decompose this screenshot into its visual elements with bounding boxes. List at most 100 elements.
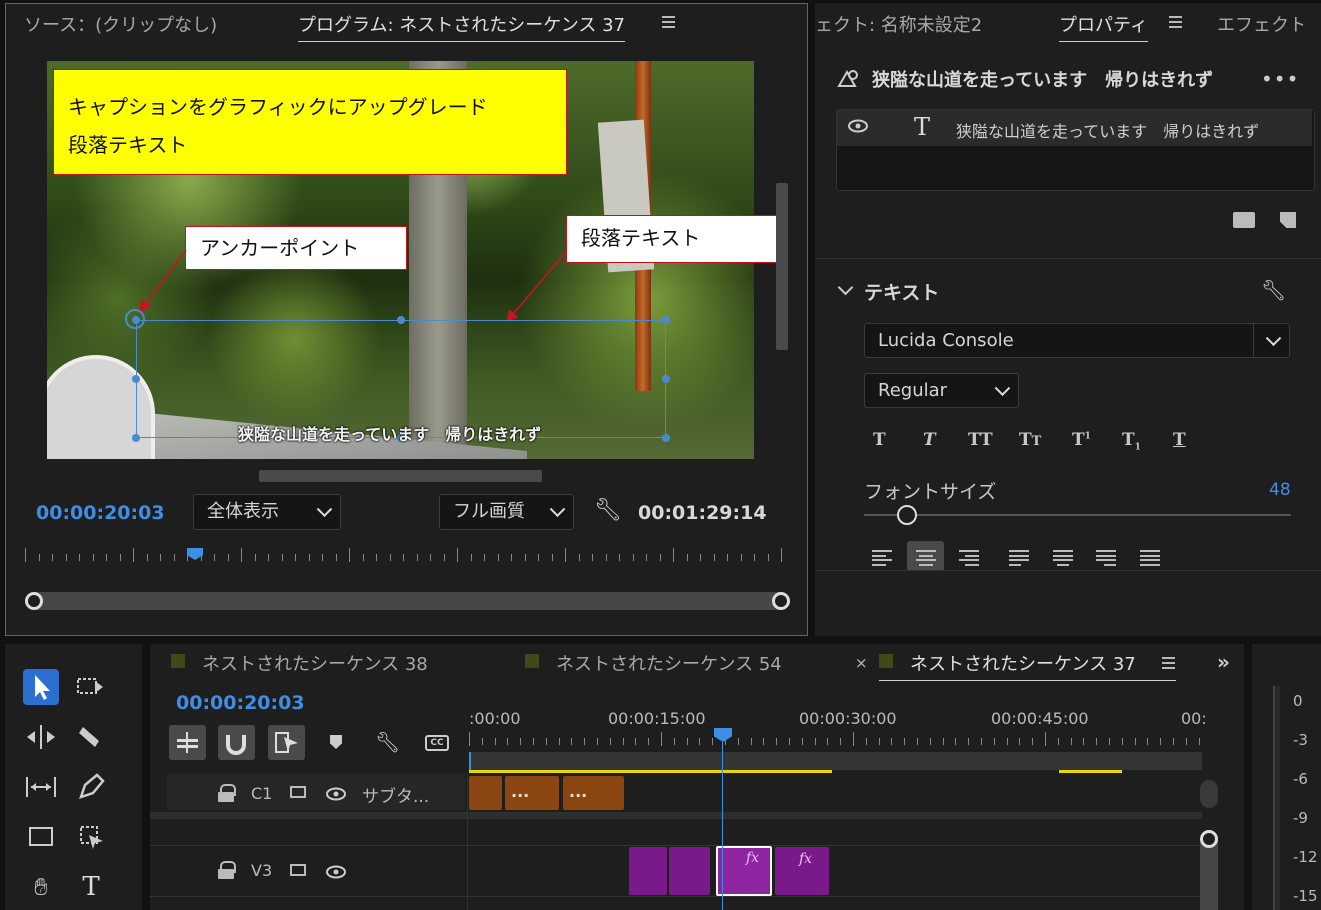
video-clip[interactable]: fx xyxy=(775,847,829,895)
handle-tm[interactable] xyxy=(397,316,405,324)
track-lines xyxy=(150,845,1202,846)
font-family-select[interactable]: Lucida Console xyxy=(864,323,1290,358)
sync-lock-icon[interactable] xyxy=(290,786,306,798)
more-icon[interactable]: ••• xyxy=(1261,67,1299,91)
underline-button[interactable]: T xyxy=(1173,430,1186,450)
ruler-tick xyxy=(1160,738,1162,745)
snap-magnet-button[interactable] xyxy=(218,725,255,760)
nest-toggle-button[interactable] xyxy=(169,725,206,760)
monitor-vertical-scrollbar[interactable] xyxy=(776,183,788,350)
subtitle-text[interactable]: 狭隘な山道を走っています 帰りはきれず xyxy=(238,421,541,445)
ruler-tick xyxy=(295,554,296,561)
handle-bl[interactable] xyxy=(132,434,140,442)
caption-clip[interactable]: ... xyxy=(563,776,624,810)
ruler-tick xyxy=(827,738,829,745)
ruler-tick xyxy=(578,554,580,561)
wrench-icon[interactable]: 🔧︎ xyxy=(594,498,622,523)
captions-icon[interactable]: CC xyxy=(425,735,449,751)
rectangle-tool-button[interactable] xyxy=(23,819,59,855)
justify-last-center-icon[interactable] xyxy=(1053,550,1073,566)
pen-tool-button[interactable] xyxy=(73,769,109,805)
align-left-icon[interactable] xyxy=(872,550,892,566)
wrench-icon[interactable]: 🔧︎ xyxy=(1261,278,1286,302)
font-size-value[interactable]: 48 xyxy=(1269,480,1291,500)
ruler-tick xyxy=(942,738,944,745)
handle-mr[interactable] xyxy=(662,375,670,383)
ruler-tick xyxy=(403,554,404,561)
razor-tool-button[interactable] xyxy=(73,719,109,755)
anchor-point-icon[interactable] xyxy=(125,309,145,329)
eye-icon[interactable] xyxy=(848,118,868,137)
superscript-button[interactable]: T1 xyxy=(1072,430,1091,450)
hand-tool-button[interactable]: ✋︎ xyxy=(23,869,59,905)
align-center-icon[interactable] xyxy=(916,550,936,566)
ruler-tick xyxy=(520,738,522,745)
caption-clip[interactable] xyxy=(469,776,502,810)
slip-tool-button[interactable] xyxy=(23,769,59,805)
handle-ml[interactable] xyxy=(132,375,140,383)
work-area-bar[interactable] xyxy=(469,752,1202,770)
scroll-handle[interactable] xyxy=(1200,830,1218,848)
ruler-tick xyxy=(1198,738,1200,745)
all-caps-button[interactable]: TT xyxy=(968,430,993,450)
linked-selection-button[interactable] xyxy=(268,725,305,760)
section-text-heading[interactable]: テキスト xyxy=(864,278,939,305)
faux-italic-button[interactable]: T xyxy=(923,430,936,450)
video-clip[interactable] xyxy=(629,847,667,895)
handle-br[interactable] xyxy=(662,434,670,442)
ruler-tick xyxy=(763,738,765,745)
caption-clip[interactable]: ... xyxy=(505,776,559,810)
program-current-time[interactable]: 00:00:20:03 xyxy=(36,502,165,524)
subscript-button[interactable]: T1 xyxy=(1122,430,1141,452)
justify-last-right-icon[interactable] xyxy=(1096,550,1116,566)
monitor-zoom-scrollbar[interactable] xyxy=(27,592,789,610)
monitor-horizontal-scrollbar[interactable] xyxy=(259,470,542,482)
playback-quality-value: フル画質 xyxy=(453,501,525,522)
ruler-tick xyxy=(853,732,854,746)
tab-effect-controls[interactable]: ェクト: 名称未設定2 xyxy=(815,11,982,37)
track-select-tool-button[interactable] xyxy=(73,669,109,705)
type-tool-button[interactable]: T xyxy=(73,869,109,905)
handle-tr[interactable] xyxy=(662,316,670,324)
tab-effects[interactable]: エフェクト xyxy=(1217,11,1303,37)
small-caps-button[interactable]: TT xyxy=(1019,430,1041,450)
ruler-tick xyxy=(545,738,547,745)
video-clip[interactable] xyxy=(669,847,710,895)
eye-icon[interactable] xyxy=(326,786,346,805)
tab-sequence-37-label: ネストされたシーケンス 37 xyxy=(910,654,1136,675)
tab-properties[interactable]: プロパティ xyxy=(1059,11,1148,42)
video-clip-selected[interactable]: fx xyxy=(716,846,772,896)
ruler-tick xyxy=(25,548,26,562)
faux-bold-button[interactable]: T xyxy=(873,430,886,450)
font-size-slider-track[interactable] xyxy=(864,514,1291,516)
font-size-slider-knob[interactable] xyxy=(896,505,917,525)
justify-last-left-icon[interactable] xyxy=(1009,550,1029,566)
wrench-icon[interactable]: 🔧︎ xyxy=(375,730,400,754)
tab-close-icon[interactable]: × xyxy=(855,654,868,672)
timeline-ruler[interactable] xyxy=(469,732,1204,746)
tab-sequence-37[interactable]: ネストされたシーケンス 37 xyxy=(879,650,1176,681)
playback-quality-select[interactable]: フル画質 xyxy=(439,494,574,530)
justify-all-icon[interactable] xyxy=(1140,550,1160,566)
timeline-menu-icon[interactable] xyxy=(1162,657,1175,669)
remix-tool-button[interactable] xyxy=(73,819,109,855)
monitor-time-ruler[interactable] xyxy=(25,548,785,568)
ripple-edit-tool-button[interactable] xyxy=(23,719,59,755)
section-divider xyxy=(817,258,1321,259)
ruler-tick xyxy=(322,554,323,561)
ruler-tick xyxy=(993,738,995,745)
ruler-tick xyxy=(1147,738,1149,745)
new-group-folder-icon[interactable] xyxy=(1233,212,1255,228)
properties-menu-icon[interactable] xyxy=(1169,16,1182,28)
sync-lock-icon[interactable] xyxy=(290,864,306,876)
zoom-handle-right[interactable] xyxy=(772,592,790,610)
selection-tool-button[interactable] xyxy=(23,669,59,705)
panel-overflow-icon[interactable]: » xyxy=(1217,650,1230,674)
eye-icon[interactable] xyxy=(326,864,346,883)
font-style-select[interactable]: Regular xyxy=(864,373,1019,408)
zoom-handle-left[interactable] xyxy=(25,592,43,610)
timeline-current-time[interactable]: 00:00:20:03 xyxy=(176,692,305,714)
timeline-vertical-scroll-top[interactable] xyxy=(1200,780,1218,808)
align-right-icon[interactable] xyxy=(959,550,979,566)
zoom-level-select[interactable]: 全体表示 xyxy=(193,494,341,530)
